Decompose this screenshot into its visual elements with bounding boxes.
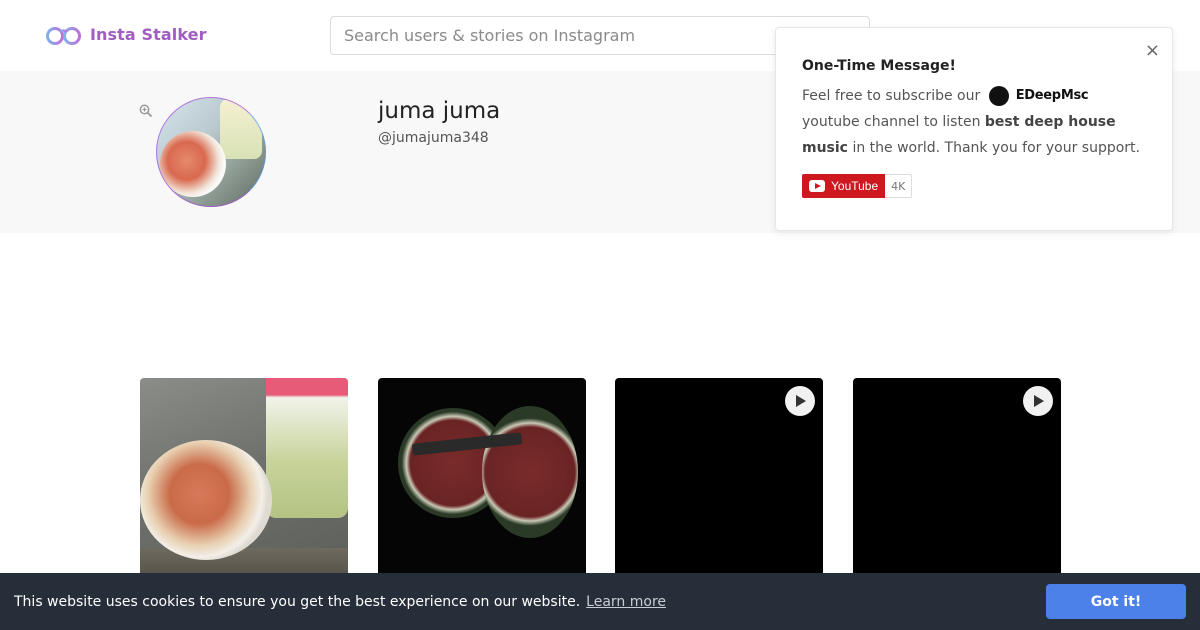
popup-text-middle: youtube channel to listen: [802, 114, 981, 130]
one-time-message-popup: × One-Time Message! Feel free to subscri…: [775, 27, 1173, 231]
post-image-plate: [140, 440, 272, 560]
cookie-message: This website uses cookies to ensure you …: [14, 593, 581, 610]
popup-text-end: in the world. Thank you for your support…: [852, 140, 1140, 156]
brand-logo[interactable]: EDeepMsc: [988, 83, 1089, 109]
youtube-subscribe: YouTube 4K: [802, 174, 913, 198]
close-icon[interactable]: ×: [1145, 42, 1160, 60]
post-image-melon: [482, 406, 578, 538]
play-icon[interactable]: [785, 386, 815, 416]
post-image-glass: [266, 378, 348, 518]
profile-avatar[interactable]: [156, 97, 266, 207]
post-tile[interactable]: [140, 378, 348, 586]
youtube-icon: [809, 180, 825, 192]
popup-title: One-Time Message!: [802, 58, 956, 74]
video-post-tile[interactable]: [615, 378, 823, 586]
profile-handle: @jumajuma348: [378, 130, 489, 146]
logo-text: Insta Stalker: [90, 24, 207, 44]
cookie-banner: This website uses cookies to ensure you …: [0, 573, 1200, 630]
popup-message: Feel free to subscribe our EDeepMsc yout…: [802, 83, 1152, 161]
youtube-label: YouTube: [831, 179, 879, 193]
profile-name: juma juma: [378, 98, 501, 124]
post-tile[interactable]: [378, 378, 586, 586]
site-logo[interactable]: Insta Stalker: [45, 22, 207, 46]
youtube-subscribe-button[interactable]: YouTube: [802, 174, 886, 198]
avatar-ring: [156, 97, 266, 207]
play-icon[interactable]: [1023, 386, 1053, 416]
youtube-subscriber-count: 4K: [885, 174, 913, 198]
popup-text-start: Feel free to subscribe our: [802, 88, 981, 104]
brand-icon: [988, 86, 1009, 106]
glasses-logo-icon: [46, 27, 81, 45]
video-post-tile[interactable]: [853, 378, 1061, 586]
cookie-accept-button[interactable]: Got it!: [1046, 584, 1186, 619]
brand-name: EDeepMsc: [1015, 88, 1089, 103]
zoom-in-icon[interactable]: [139, 104, 153, 118]
learn-more-link[interactable]: Learn more: [586, 594, 666, 610]
